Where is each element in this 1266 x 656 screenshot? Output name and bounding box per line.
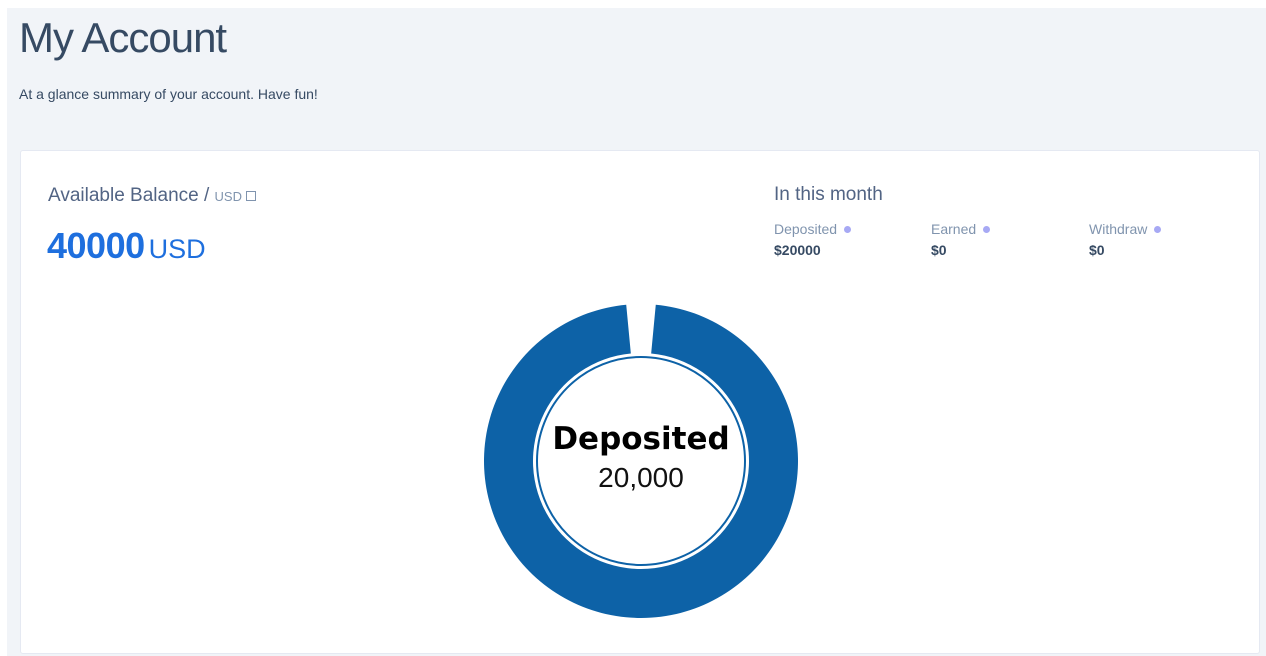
page-title: My Account <box>19 14 227 61</box>
account-summary-card: Available Balance / USD 40000 USD In this… <box>20 150 1260 654</box>
balance-value: 40000 <box>47 225 145 266</box>
stat-value: $0 <box>1089 242 1105 258</box>
month-summary-title: In this month <box>774 184 883 205</box>
dot-icon <box>983 226 991 233</box>
stat-label: Withdraw <box>1089 221 1162 237</box>
available-balance-label: Available Balance / USD <box>48 185 256 207</box>
stat-label: Earned <box>931 221 991 237</box>
balance-unit: USD <box>214 189 242 204</box>
deposit-donut-chart: Deposited 20,000 <box>484 304 798 618</box>
dot-icon <box>1154 226 1162 233</box>
balance-currency: USD <box>148 234 206 264</box>
stat-earned: Earned $0 <box>931 221 991 258</box>
donut-center-value: 20,000 <box>598 462 684 493</box>
stat-withdraw: Withdraw $0 <box>1089 221 1162 258</box>
page-subtitle: At a glance summary of your account. Hav… <box>19 86 318 102</box>
balance-amount: 40000 USD <box>47 225 206 267</box>
stat-label-text: Earned <box>931 221 977 237</box>
stat-label: Deposited <box>774 221 852 237</box>
currency-toggle-icon[interactable] <box>246 191 256 201</box>
donut-inner-ring <box>536 356 746 566</box>
stat-value: $20000 <box>774 242 821 258</box>
donut-center-label: Deposited <box>552 421 729 457</box>
stat-label-text: Withdraw <box>1089 221 1148 237</box>
stat-label-text: Deposited <box>774 221 838 237</box>
stat-value: $0 <box>931 242 947 258</box>
dot-icon <box>844 226 852 233</box>
stat-deposited: Deposited $20000 <box>774 221 852 258</box>
balance-label-text: Available Balance / <box>48 185 215 206</box>
